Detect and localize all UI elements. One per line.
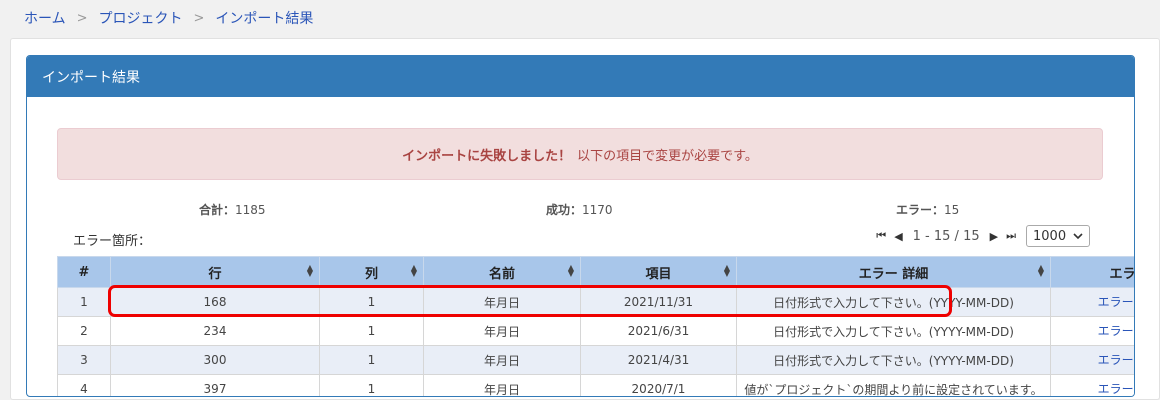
cell-name: 年月日 <box>423 316 581 346</box>
col-header-error[interactable]: エラー▲▼ <box>1050 256 1134 288</box>
table-row[interactable]: 1 168 1 年月日 2021/11/31 日付形式で入力して下さい。(YYY… <box>57 287 1134 317</box>
last-page-icon[interactable]: ⏭ <box>1006 229 1016 243</box>
error-link[interactable]: エラー <box>1098 353 1134 367</box>
per-page-value: 1000 <box>1033 228 1067 244</box>
alert-text: 以下の項目で変更が必要です。 <box>577 148 758 164</box>
breadcrumb: ホーム > プロジェクト > インポート結果 <box>24 8 313 28</box>
stat-success: 成功：1170 <box>546 201 613 218</box>
cell-num: 4 <box>57 374 111 396</box>
breadcrumb-home-link[interactable]: ホーム <box>24 8 66 28</box>
sort-icon: ▲ ▼ <box>723 263 730 278</box>
breadcrumb-separator: > <box>76 10 88 26</box>
cell-name: 年月日 <box>423 374 581 396</box>
cell-col: 1 <box>319 287 424 317</box>
stat-error-value: 15 <box>944 203 960 217</box>
pagination: ⏮ ◀ 1 - 15 / 15 ▶ ⏭ 1000 <box>872 224 1090 248</box>
cell-detail: 日付形式で入力して下さい。(YYYY-MM-DD) <box>736 287 1051 317</box>
col-header-num[interactable]: # <box>57 256 111 288</box>
cell-row: 397 <box>110 374 320 396</box>
cell-col: 1 <box>319 374 424 396</box>
col-header-name[interactable]: 名前 ▲ ▼ <box>423 256 581 288</box>
cell-num: 3 <box>57 345 111 375</box>
cell-error: エラー1 <box>1050 374 1134 396</box>
col-header-col[interactable]: 列 ▲ ▼ <box>319 256 424 288</box>
panel-title: インポート結果 <box>27 56 1134 97</box>
cell-detail: 日付形式で入力して下さい。(YYYY-MM-DD) <box>736 345 1051 375</box>
col-header-item[interactable]: 項目 ▲ ▼ <box>580 256 737 288</box>
per-page-select[interactable]: 1000 <box>1026 225 1090 247</box>
error-table: # 行▲▼ 列▲▼ 名前▲▼ 項目▲▼ エラー 詳細▲▼ エラー▲▼ 1 168… <box>57 256 1134 396</box>
cell-num: 2 <box>57 316 111 346</box>
cell-item: 2021/6/31 <box>580 316 737 346</box>
cell-detail: 日付形式で入力して下さい。(YYYY-MM-DD) <box>736 316 1051 346</box>
cell-item: 2021/4/31 <box>580 345 737 375</box>
error-alert: インポートに失敗しました！ 以下の項目で変更が必要です。 <box>57 128 1103 180</box>
cell-name: 年月日 <box>423 345 581 375</box>
next-page-icon[interactable]: ▶ <box>990 230 998 243</box>
table-row[interactable]: 3 300 1 年月日 2021/4/31 日付形式で入力して下さい。(YYYY… <box>57 345 1134 375</box>
prev-page-icon[interactable]: ◀ <box>894 230 902 243</box>
sort-icon: ▲ ▼ <box>1037 263 1044 278</box>
cell-detail: 値が`プロジェクト`の期間より前に設定されています。 <box>736 374 1051 396</box>
error-location-label: エラー箇所： <box>73 234 152 249</box>
sort-icon: ▲ ▼ <box>306 263 313 278</box>
stat-error-label: エラー： <box>896 203 945 217</box>
cell-item: 2020/7/1 <box>580 374 737 396</box>
stat-total-label: 合計： <box>199 203 236 217</box>
error-link[interactable]: エラー <box>1098 295 1134 309</box>
cell-error: エラー1 <box>1050 316 1134 346</box>
breadcrumb-project-link[interactable]: プロジェクト <box>99 8 183 28</box>
stat-total-value: 1185 <box>235 203 266 217</box>
alert-strong-text: インポートに失敗しました！ <box>402 148 572 164</box>
cell-row: 300 <box>110 345 320 375</box>
stat-success-label: 成功： <box>546 203 583 217</box>
cell-error: エラー1 <box>1050 345 1134 375</box>
col-header-detail[interactable]: エラー 詳細 ▲ ▼ <box>736 256 1051 288</box>
cell-row: 234 <box>110 316 320 346</box>
cell-item: 2021/11/31 <box>580 287 737 317</box>
table-row[interactable]: 4 397 1 年月日 2020/7/1 値が`プロジェクト`の期間より前に設定… <box>57 374 1134 396</box>
table-row[interactable]: 2 234 1 年月日 2021/6/31 日付形式で入力して下さい。(YYYY… <box>57 316 1134 346</box>
page-range: 1 - 15 / 15 <box>912 228 980 244</box>
first-page-icon[interactable]: ⏮ <box>876 229 886 243</box>
error-link[interactable]: エラー <box>1098 324 1134 338</box>
sort-icon: ▲ ▼ <box>567 263 574 278</box>
cell-row: 168 <box>110 287 320 317</box>
cell-num: 1 <box>57 287 111 317</box>
breadcrumb-separator: > <box>193 10 205 26</box>
breadcrumb-current-link[interactable]: インポート結果 <box>215 8 313 28</box>
cell-col: 1 <box>319 316 424 346</box>
sort-icon: ▲ ▼ <box>410 263 417 278</box>
chevron-down-icon <box>1073 232 1083 239</box>
cell-col: 1 <box>319 345 424 375</box>
import-result-panel: インポート結果 インポートに失敗しました！ 以下の項目で変更が必要です。 合計：… <box>26 55 1135 397</box>
error-link[interactable]: エラー <box>1098 382 1134 396</box>
table-header-row: # 行▲▼ 列▲▼ 名前▲▼ 項目▲▼ エラー 詳細▲▼ エラー▲▼ <box>57 256 1134 288</box>
stat-total: 合計：1185 <box>199 201 266 218</box>
stat-error: エラー：15 <box>896 201 959 218</box>
stat-success-value: 1170 <box>582 203 613 217</box>
cell-error: エラー1 <box>1050 287 1134 317</box>
cell-name: 年月日 <box>423 287 581 317</box>
col-header-row[interactable]: 行 ▲ ▼ <box>110 256 320 288</box>
